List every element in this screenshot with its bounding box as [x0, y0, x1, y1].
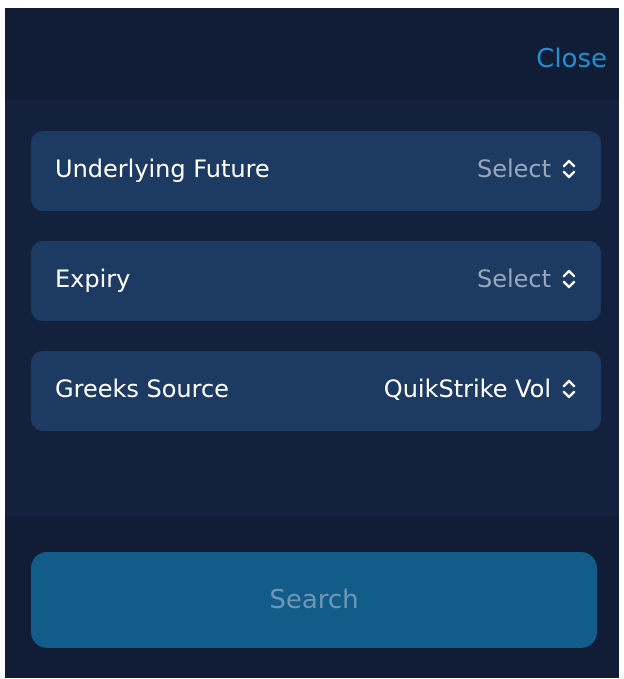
expiry-select[interactable]: Expiry Select [31, 241, 601, 321]
underlying-future-label: Underlying Future [55, 155, 270, 183]
greeks-source-label: Greeks Source [55, 375, 229, 403]
underlying-future-select[interactable]: Underlying Future Select [31, 131, 601, 211]
expiry-label: Expiry [55, 265, 131, 293]
search-button[interactable]: Search [31, 552, 597, 648]
underlying-future-value[interactable]: Select [477, 155, 577, 183]
panel-header: Close [5, 8, 619, 100]
close-button[interactable]: Close [536, 44, 607, 74]
chevron-up-down-icon [561, 157, 577, 181]
expiry-value-text: Select [476, 265, 551, 293]
panel-footer: Search [5, 516, 619, 678]
expiry-value[interactable]: Select [477, 265, 577, 293]
greeks-source-value[interactable]: QuikStrike Vol [384, 375, 577, 403]
chevron-up-down-icon [561, 267, 577, 291]
chevron-up-down-icon [561, 377, 577, 401]
greeks-source-select[interactable]: Greeks Source QuikStrike Vol [31, 351, 601, 431]
greeks-source-value-text: QuikStrike Vol [383, 375, 551, 403]
filter-panel: Close Underlying Future Select Expiry Se… [5, 8, 619, 678]
underlying-future-value-text: Select [476, 155, 551, 183]
